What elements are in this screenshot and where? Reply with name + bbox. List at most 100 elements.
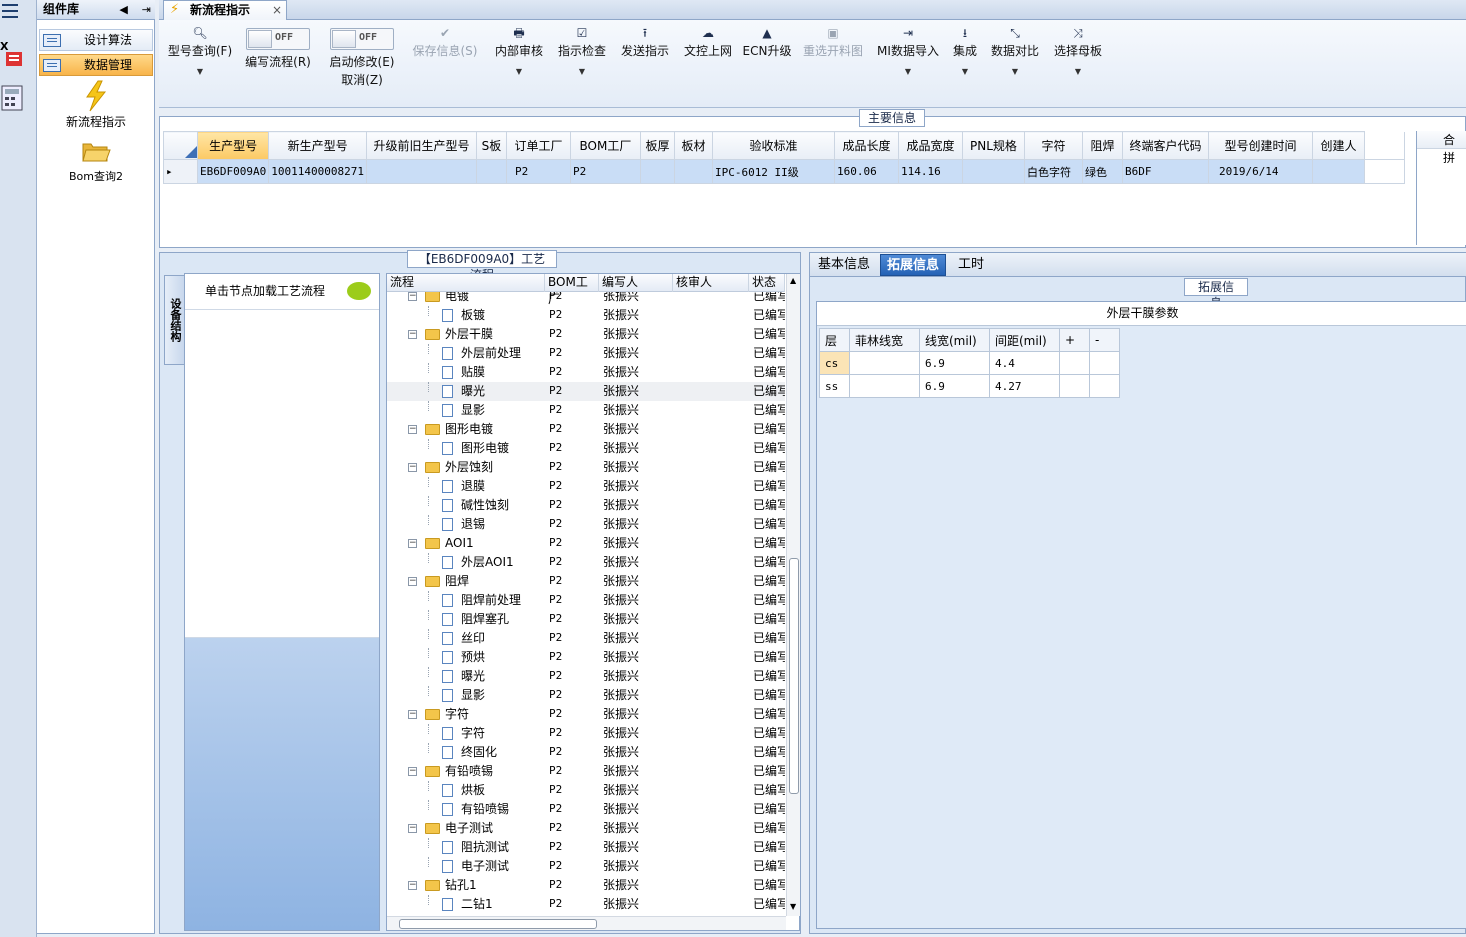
mi-data-import-button[interactable]: ⇥ MI数据导入 ▼	[873, 24, 943, 104]
collapse-toggle-icon[interactable]: −	[408, 292, 417, 301]
process-node-list[interactable]	[185, 310, 379, 638]
cancel-label[interactable]: 取消(Z)	[326, 71, 398, 89]
table-cell[interactable]	[849, 374, 920, 398]
table-cell[interactable]	[475, 159, 507, 184]
add-column-header[interactable]: +	[1059, 328, 1090, 352]
column-header[interactable]: 生产型号	[196, 131, 270, 160]
new-process-instruction-button[interactable]: 新流程指示	[37, 80, 155, 130]
table-cell[interactable]: B6DF	[1121, 159, 1209, 184]
column-header[interactable]: 订单工厂	[505, 131, 571, 160]
tree-leaf-row[interactable]: 碱性蚀刻 P2 张振兴 已编写	[387, 496, 785, 515]
tree-leaf-row[interactable]: 图形电镀 P2 张振兴 已编写	[387, 439, 785, 458]
column-header[interactable]: BOM工厂	[545, 274, 599, 306]
column-header[interactable]: 成品宽度	[897, 131, 963, 160]
column-header[interactable]: S板	[475, 131, 507, 160]
tree-leaf-row[interactable]: 字符 P2 张振兴 已编写	[387, 724, 785, 743]
column-header[interactable]: 终端客户代码	[1121, 131, 1209, 160]
table-cell[interactable]	[1089, 374, 1120, 398]
collapse-toggle-icon[interactable]: −	[408, 425, 417, 434]
table-cell[interactable]: 6.9	[919, 374, 990, 398]
table-cell[interactable]	[673, 159, 713, 184]
table-cell[interactable]	[1059, 351, 1090, 375]
table-cell[interactable]: 10011400008271	[268, 159, 367, 184]
column-header[interactable]: 创建人	[1311, 131, 1365, 160]
device-structure-side-tab[interactable]: 设备结构	[164, 275, 186, 365]
table-cell[interactable]	[1089, 351, 1120, 375]
tree-group-row[interactable]: − 图形电镀 P2 张振兴 已编写	[387, 420, 785, 439]
table-row[interactable]: ss 6.9 4.27	[819, 374, 1120, 398]
table-cell[interactable]	[639, 159, 675, 184]
start-edit-toggle[interactable]: OFF 启动修改(E) 取消(Z)	[326, 24, 398, 104]
tree-leaf-row[interactable]: 板镀 P2 张振兴 已编写	[387, 306, 785, 325]
menu-icon[interactable]	[0, 2, 20, 20]
table-cell[interactable]	[961, 159, 1025, 184]
table-cell[interactable]: 6.9	[919, 351, 990, 375]
table-cell[interactable]	[1311, 159, 1365, 184]
column-header[interactable]: 字符	[1023, 131, 1083, 160]
table-cell[interactable]: 114.16	[897, 159, 963, 184]
column-header[interactable]: 验收标准	[711, 131, 835, 160]
tree-leaf-row[interactable]: 曝光 P2 张振兴 已编写	[387, 382, 785, 401]
chevron-down-icon[interactable]: ▼	[1050, 60, 1106, 84]
chat-bubble-icon[interactable]	[347, 282, 371, 300]
column-header[interactable]: 成品长度	[833, 131, 899, 160]
reselect-cutting-map-button[interactable]: ▣ 重选开料图	[800, 24, 866, 104]
table-cell[interactable]: cs	[819, 351, 850, 375]
column-header[interactable]: 状态	[749, 274, 785, 292]
chevron-down-icon[interactable]: ▼	[948, 60, 982, 84]
tree-leaf-row[interactable]: 烘板 P2 张振兴 已编写	[387, 781, 785, 800]
column-header[interactable]: BOM工厂	[569, 131, 641, 160]
collapse-toggle-icon[interactable]: −	[408, 767, 417, 776]
instruction-check-button[interactable]: ☑ 指示检查 ▼	[554, 24, 610, 104]
column-header[interactable]: 核审人	[673, 274, 749, 292]
collapse-toggle-icon[interactable]: −	[408, 539, 417, 548]
panel-nav-arrows[interactable]: ◀ ⇥	[119, 0, 151, 19]
chevron-down-icon[interactable]: ▼	[554, 60, 610, 84]
close-icon[interactable]: ×	[272, 1, 282, 19]
tree-leaf-row[interactable]: 显影 P2 张振兴 已编写	[387, 686, 785, 705]
tool-calculator-icon[interactable]	[0, 82, 30, 114]
chevron-down-icon[interactable]: ▼	[165, 60, 235, 84]
save-info-button[interactable]: ✔ 保存信息(S)	[409, 24, 481, 104]
table-cell[interactable]: EB6DF009A0	[196, 159, 270, 184]
table-cell[interactable]: 绿色	[1081, 159, 1123, 184]
column-header[interactable]: PNL规格	[961, 131, 1025, 160]
table-cell[interactable]: 2019/6/14	[1207, 159, 1313, 184]
select-mother-board-button[interactable]: ⤨ 选择母板 ▼	[1050, 24, 1106, 104]
table-cell[interactable]: 白色字符	[1023, 159, 1083, 184]
row-indicator[interactable]: ▸	[163, 159, 198, 184]
tree-leaf-row[interactable]: 显影 P2 张振兴 已编写	[387, 401, 785, 420]
vertical-scrollbar[interactable]: ▲ ▼	[786, 274, 800, 916]
write-process-switch[interactable]: OFF	[246, 28, 310, 50]
tree-group-row[interactable]: − 钻孔1 P2 张振兴 已编写	[387, 876, 785, 895]
bom-query2-button[interactable]: Bom查询2	[37, 138, 155, 184]
tree-leaf-row[interactable]: 外层AOI1 P2 张振兴 已编写	[387, 553, 785, 572]
column-header[interactable]: 流程	[387, 274, 545, 292]
table-cell[interactable]: 4.4	[989, 351, 1060, 375]
collapse-toggle-icon[interactable]: −	[408, 463, 417, 472]
table-row[interactable]: cs 6.9 4.4	[819, 351, 1120, 375]
tree-leaf-row[interactable]: 二钻1 P2 张振兴 已编写	[387, 895, 785, 914]
table-cell[interactable]: IPC-6012 II级	[711, 159, 835, 184]
tree-leaf-row[interactable]: 丝印 P2 张振兴 已编写	[387, 629, 785, 648]
collapse-toggle-icon[interactable]: −	[408, 577, 417, 586]
scrollbar-thumb[interactable]	[399, 919, 597, 929]
tree-leaf-row[interactable]: 退锡 P2 张振兴 已编写	[387, 515, 785, 534]
model-query-button[interactable]: 🔍︎ 型号查询(F) ▼	[165, 24, 235, 104]
table-cell[interactable]: 160.06	[833, 159, 899, 184]
horizontal-scrollbar[interactable]	[387, 916, 786, 930]
tree-group-row[interactable]: − 外层干膜 P2 张振兴 已编写	[387, 325, 785, 344]
collapse-toggle-icon[interactable]: −	[408, 710, 417, 719]
tab-extended-info[interactable]: 拓展信息	[880, 254, 947, 276]
column-header[interactable]: 升级前旧生产型号	[365, 131, 477, 160]
collapse-toggle-icon[interactable]: −	[408, 330, 417, 339]
tree-group-row[interactable]: − AOI1 P2 张振兴 已编写	[387, 534, 785, 553]
table-cell[interactable]	[849, 351, 920, 375]
tree-leaf-row[interactable]: 阻焊塞孔 P2 张振兴 已编写	[387, 610, 785, 629]
send-instruction-button[interactable]: ⭱ 发送指示	[617, 24, 673, 104]
table-cell[interactable]: 4.27	[989, 374, 1060, 398]
tree-leaf-row[interactable]: 阻焊前处理 P2 张振兴 已编写	[387, 591, 785, 610]
chevron-down-icon[interactable]: ▼	[491, 60, 547, 84]
start-edit-switch[interactable]: OFF	[330, 28, 394, 50]
tree-group-row[interactable]: − 电子测试 P2 张振兴 已编写	[387, 819, 785, 838]
